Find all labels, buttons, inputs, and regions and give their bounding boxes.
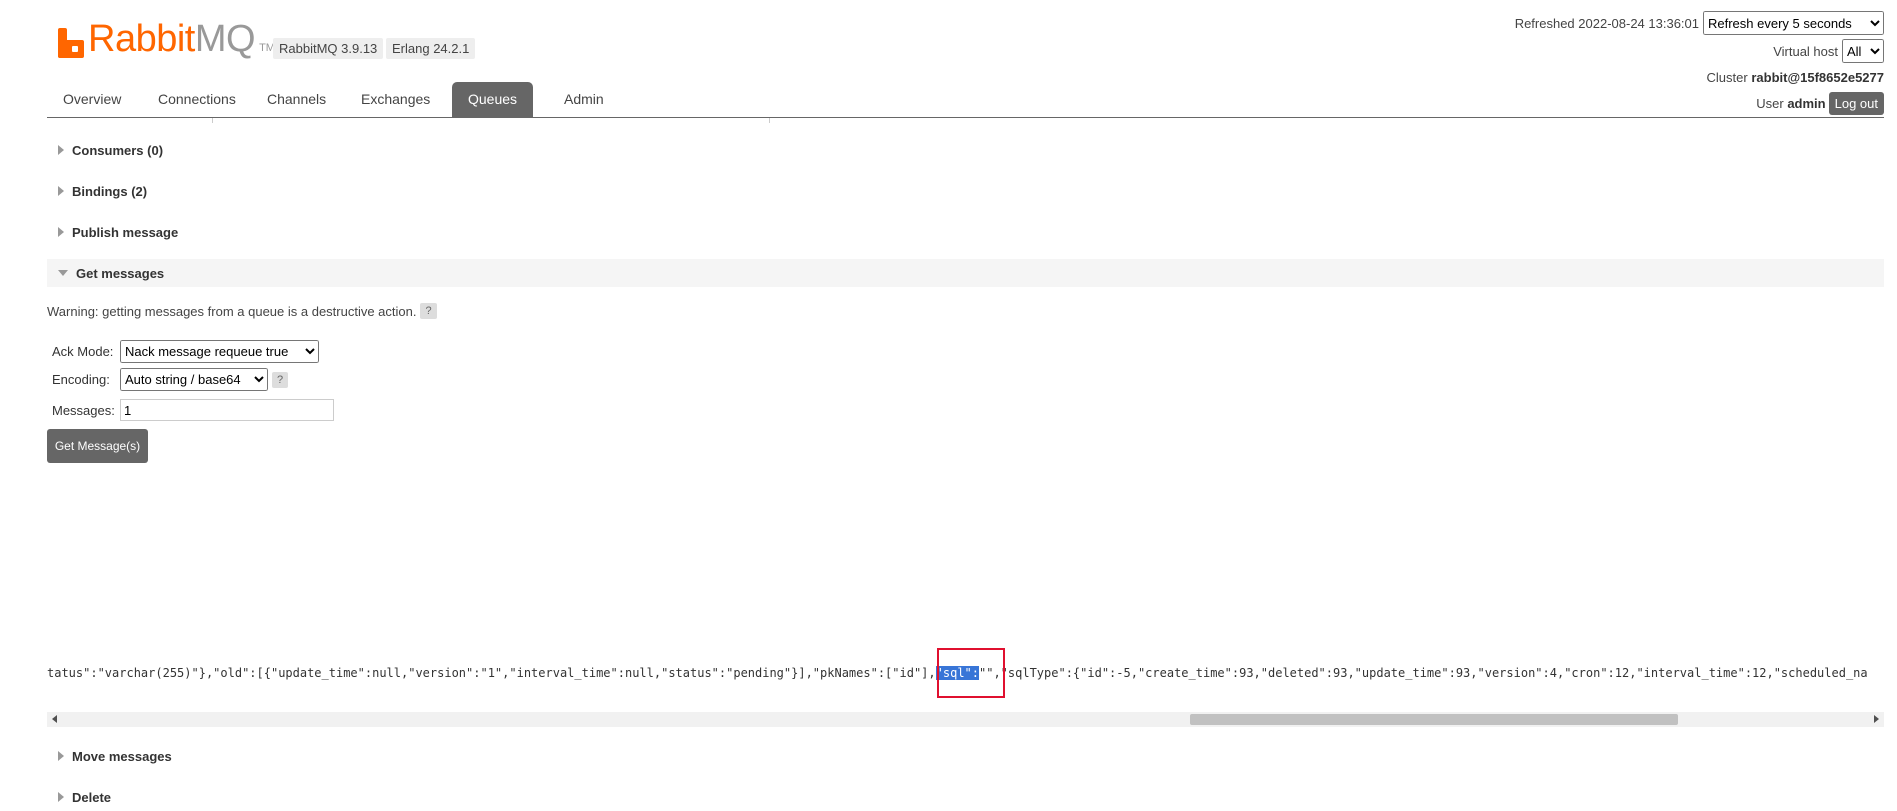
messages-count-input[interactable] — [120, 399, 334, 421]
erlang-badge: Erlang 24.2.1 — [386, 38, 476, 59]
section-title: Publish message — [72, 224, 179, 240]
logo-text-mq: MQ — [194, 18, 256, 60]
section-title: Bindings (2) — [72, 183, 148, 199]
expand-arrow-icon — [58, 186, 64, 196]
messages-label: Messages: — [52, 402, 115, 418]
ack-mode-select[interactable]: Nack message requeue true — [120, 340, 319, 363]
section-publish-message[interactable]: Publish message — [47, 218, 1884, 246]
section-consumers[interactable]: Consumers (0) — [47, 136, 1884, 164]
rabbitmq-logo: Rabbit MQ TM — [58, 18, 275, 58]
help-icon[interactable]: ? — [420, 303, 437, 319]
payload-text-before: tatus":"varchar(255)"},"old":[{"update_t… — [47, 666, 936, 680]
vhost-label: Virtual host — [1773, 43, 1838, 59]
tab-admin[interactable]: Admin — [548, 82, 620, 117]
expand-arrow-icon — [58, 227, 64, 237]
warning-text: Warning: getting messages from a queue i… — [47, 303, 417, 319]
payload-text-after: ,"sqlType":{"id":-5,"create_time":93,"de… — [993, 666, 1868, 680]
main-nav-tabs: Overview Connections Channels Exchanges … — [47, 82, 1884, 118]
logo-text-rabbit: Rabbit — [88, 18, 195, 60]
tab-overview[interactable]: Overview — [47, 82, 137, 117]
destructive-warning: Warning: getting messages from a queue i… — [47, 303, 437, 319]
annotation-highlight-box — [937, 648, 1005, 698]
ack-mode-label: Ack Mode: — [52, 344, 114, 359]
scroll-right-icon[interactable] — [1874, 715, 1879, 723]
tab-exchanges[interactable]: Exchanges — [345, 82, 446, 117]
vhost-select[interactable]: All — [1842, 39, 1884, 63]
section-get-messages[interactable]: Get messages — [47, 259, 1884, 287]
section-title: Get messages — [76, 265, 165, 281]
messages-row: Messages: — [52, 399, 334, 421]
divider-tick — [769, 118, 770, 123]
expand-arrow-icon — [58, 145, 64, 155]
scroll-left-icon[interactable] — [52, 715, 57, 723]
refresh-interval-select[interactable]: Refresh every 5 seconds — [1703, 11, 1884, 35]
section-bindings[interactable]: Bindings (2) — [47, 177, 1884, 205]
section-move-messages[interactable]: Move messages — [47, 742, 1884, 770]
tab-connections[interactable]: Connections — [142, 82, 252, 117]
section-delete[interactable]: Delete — [47, 783, 1884, 811]
tab-queues[interactable]: Queues — [452, 82, 534, 117]
version-badge: RabbitMQ 3.9.13 — [273, 38, 384, 59]
encoding-select[interactable]: Auto string / base64 — [120, 368, 268, 391]
refreshed-label: Refreshed 2022-08-24 13:36:01 — [1514, 15, 1699, 31]
section-title: Move messages — [72, 748, 172, 764]
tab-channels[interactable]: Channels — [251, 82, 342, 117]
section-title: Delete — [72, 789, 112, 805]
help-icon[interactable]: ? — [272, 371, 289, 388]
expand-arrow-icon — [58, 792, 64, 802]
expand-arrow-icon — [58, 751, 64, 761]
get-messages-button[interactable]: Get Message(s) — [47, 429, 148, 463]
encoding-label: Encoding: — [52, 372, 110, 387]
rabbitmq-logo-icon — [58, 28, 84, 58]
divider-tick — [212, 118, 213, 123]
collapse-arrow-icon — [58, 270, 68, 276]
payload-horizontal-scrollbar[interactable] — [47, 712, 1884, 727]
ack-mode-row: Ack Mode: Nack message requeue true — [52, 340, 319, 363]
section-title: Consumers (0) — [72, 142, 164, 158]
scrollbar-thumb[interactable] — [1190, 714, 1678, 725]
encoding-row: Encoding: Auto string / base64 ? — [52, 368, 289, 391]
